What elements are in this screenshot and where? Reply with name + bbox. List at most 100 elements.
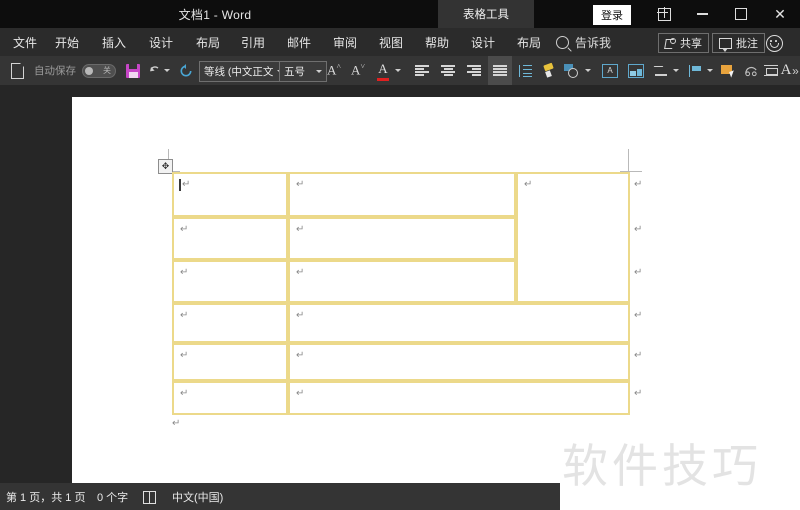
end-of-row-mark: ↵ (634, 224, 643, 235)
align-center-button[interactable] (436, 56, 460, 85)
line-spacing-button[interactable] (514, 56, 536, 85)
word-count[interactable]: 0 个字 (97, 483, 128, 510)
contextual-tab-table-tools[interactable]: 表格工具 (438, 0, 534, 28)
grow-font-button[interactable]: A˄ (324, 56, 344, 85)
table-move-handle-icon[interactable]: ✥ (158, 159, 173, 174)
shrink-font-button[interactable]: A˅ (348, 56, 368, 85)
chevron-down-icon (395, 69, 401, 72)
chevron-down-icon (585, 69, 591, 72)
document-workspace[interactable]: ✥ ↵ ↵ ↵ ↵ ↵ ↵ ↵ ↵ ↵ ↵ ↵ ↵ ↵ ↵ ↵ ↵ ↵ ↵ ↵ … (0, 85, 800, 497)
shape-effects-dropdown[interactable] (670, 56, 682, 85)
ribbon-tab-view[interactable]: 视图 (372, 28, 410, 56)
wrap-text-button[interactable] (684, 56, 706, 85)
paragraph-mark: ↵ (296, 224, 305, 235)
ribbon-tab-home[interactable]: 开始 (48, 28, 86, 56)
redo-button[interactable] (175, 56, 197, 85)
autosave-state: 关 (103, 65, 111, 75)
search-icon (556, 35, 569, 49)
language-indicator[interactable]: 中文(中国) (172, 483, 223, 510)
comment-button[interactable]: 批注 (712, 33, 765, 53)
table-cell[interactable]: ↵ (288, 303, 630, 343)
ribbon-tab-help[interactable]: 帮助 (418, 28, 456, 56)
table-cell[interactable]: ↵ (288, 172, 516, 217)
watermark-text: 软件技巧 (562, 439, 762, 493)
paragraph-mark: ↵ (180, 310, 189, 321)
maximize-button[interactable] (722, 0, 760, 28)
selection-pane-button[interactable] (716, 56, 740, 85)
chevron-down-icon (316, 70, 322, 73)
table-cell-merged[interactable]: ↵ (516, 172, 630, 303)
ribbon-tab-review[interactable]: 审阅 (326, 28, 364, 56)
ribbon-tab-design[interactable]: 设计 (142, 28, 180, 56)
font-color-button[interactable]: A (372, 56, 394, 85)
proofing-button[interactable] (143, 483, 156, 510)
comment-label: 批注 (736, 38, 758, 50)
new-document-button[interactable] (6, 56, 28, 85)
font-size-combobox[interactable]: 五号 (279, 61, 327, 82)
close-icon: ✕ (774, 6, 786, 22)
table-cell[interactable]: ↵ (172, 343, 288, 381)
ribbon-tab-mailings[interactable]: 邮件 (280, 28, 318, 56)
table-cell[interactable]: ↵ (288, 260, 516, 303)
ribbon-tab-bar: 文件 开始 插入 设计 布局 引用 邮件 审阅 视图 帮助 设计 布局 告诉我 … (0, 28, 800, 56)
ribbon-tab-insert[interactable]: 插入 (95, 28, 133, 56)
ribbon-tab-file[interactable]: 文件 (6, 28, 44, 56)
table-cell[interactable]: ↵ (288, 381, 630, 415)
rotate-objects-button[interactable] (740, 56, 762, 85)
shapes-dropdown[interactable] (582, 56, 594, 85)
font-color-dropdown[interactable] (392, 56, 404, 85)
position-icon (764, 64, 778, 77)
grow-font-icon: A˄ (327, 62, 341, 78)
table-cell[interactable]: ↵ (288, 217, 516, 260)
undo-caret-icon (164, 69, 170, 72)
paragraph-mark: ↵ (296, 310, 305, 321)
table-cell[interactable]: ↵ (172, 172, 288, 217)
ribbon-tab-references[interactable]: 引用 (234, 28, 272, 56)
maximize-icon (735, 8, 747, 20)
align-right-button[interactable] (462, 56, 486, 85)
quick-toolbar: 自动保存 关 等线 (中文正⽂ 五号 A˄ A˅ A A A » (0, 56, 800, 86)
table-cell[interactable]: ↵ (172, 303, 288, 343)
format-painter-button[interactable] (538, 56, 560, 85)
picture-button[interactable] (624, 56, 648, 85)
font-name-value: 等线 (中文正⽂ (204, 66, 274, 78)
status-bar: 第 1 页，共 1 页 0 个字 中文(中国) (0, 483, 560, 510)
save-button[interactable] (122, 56, 144, 85)
table-cell[interactable]: ↵ (172, 260, 288, 303)
ribbon-tab-layout[interactable]: 布局 (189, 28, 227, 56)
align-left-button[interactable] (410, 56, 434, 85)
table-cell[interactable]: ↵ (288, 343, 630, 381)
shape-effects-button[interactable] (650, 56, 672, 85)
smiley-icon[interactable] (766, 35, 783, 52)
minimize-button[interactable] (683, 0, 721, 28)
text-box-button[interactable]: A (598, 56, 622, 85)
autosave-toggle[interactable]: 关 (82, 56, 116, 85)
shapes-button[interactable] (560, 56, 582, 85)
font-name-combobox[interactable]: 等线 (中文正⽂ (199, 61, 285, 82)
ribbon-tab-table-design[interactable]: 设计 (464, 28, 502, 56)
sign-in-button[interactable]: 登录 (593, 5, 631, 25)
ribbon-display-options-button[interactable] (645, 0, 683, 28)
document-page[interactable]: ✥ ↵ ↵ ↵ ↵ ↵ ↵ ↵ ↵ ↵ ↵ ↵ ↵ ↵ ↵ ↵ ↵ ↵ ↵ ↵ … (72, 97, 800, 497)
picture-icon (628, 63, 644, 78)
selection-pane-icon (721, 64, 735, 77)
rotate-objects-icon (745, 66, 757, 76)
end-of-row-mark: ↵ (634, 179, 643, 190)
shape-effects-icon (654, 65, 668, 77)
wrap-text-dropdown[interactable] (704, 56, 716, 85)
close-button[interactable]: ✕ (761, 0, 799, 28)
shrink-font-icon: A˅ (351, 62, 365, 78)
paragraph-mark: ↵ (296, 267, 305, 278)
undo-button[interactable] (146, 56, 172, 85)
table-cell[interactable]: ↵ (172, 217, 288, 260)
page-indicator[interactable]: 第 1 页，共 1 页 (6, 483, 85, 510)
toolbar-overflow-button[interactable]: » (790, 56, 800, 85)
tell-me-box[interactable]: 告诉我 (556, 28, 611, 56)
align-justify-button[interactable] (488, 56, 512, 85)
paragraph-mark: ↵ (180, 224, 189, 235)
table-cell[interactable]: ↵ (172, 381, 288, 415)
align-justify-icon (493, 65, 507, 76)
ribbon-tab-table-layout[interactable]: 布局 (510, 28, 548, 56)
share-button[interactable]: 共享 (658, 33, 709, 53)
paragraph-mark: ↵ (180, 388, 189, 399)
